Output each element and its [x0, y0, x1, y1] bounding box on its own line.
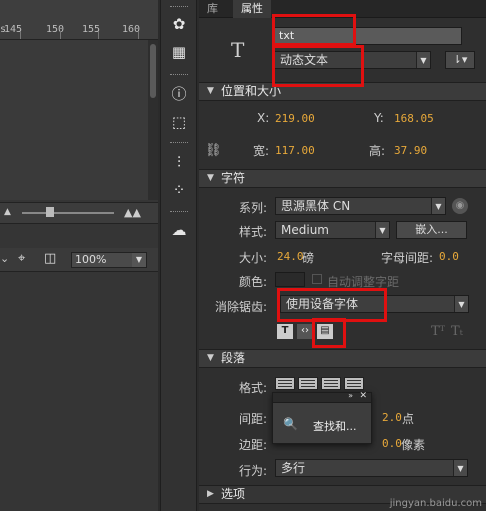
height-label: 高: [369, 144, 386, 158]
chevron-down-icon: ▼ [416, 52, 430, 68]
panel-icon-strip: ✿ ▦ ⓘ ⬚ ⫶ ⁘ ☁ [160, 0, 197, 511]
align-left-icon[interactable] [275, 377, 295, 390]
highlight-box [272, 14, 356, 46]
margin-label: 边距: [239, 438, 268, 452]
chevron-down-icon: ▼ [453, 460, 467, 476]
zoom-slider-track[interactable] [22, 212, 114, 214]
text-direction-button[interactable]: ⇂▾ [445, 51, 475, 69]
height-value[interactable]: 37.90 [394, 144, 427, 157]
embed-button[interactable]: 嵌入... [396, 221, 467, 239]
transform-icon[interactable]: ⬚ [169, 112, 189, 132]
font-globe-icon[interactable]: ◉ [452, 198, 468, 214]
format-label: 格式: [239, 381, 268, 395]
expand-triangle-icon: ▼ [207, 173, 214, 183]
timeline-ruler[interactable]: s 145 150 155 160 [0, 0, 158, 40]
zoom-select[interactable]: 100% ▼ [71, 252, 147, 268]
font-style-value: Medium [281, 223, 329, 237]
section-title: 字符 [221, 171, 246, 185]
superscript-icon[interactable]: Tᵀ [431, 324, 445, 339]
size-value[interactable]: 24.0 [277, 250, 304, 263]
color-swatch[interactable] [275, 272, 305, 287]
link-icon[interactable]: ⛓ [205, 143, 222, 158]
margin-unit: 像素 [401, 438, 426, 452]
find-replace-label[interactable]: 查找和... [313, 418, 357, 434]
highlight-box [312, 318, 346, 348]
motion-icon[interactable]: ⁘ [169, 180, 189, 200]
y-label: Y: [374, 111, 384, 125]
section-paragraph[interactable]: ▼ 段落 [199, 349, 486, 368]
palette-icon[interactable]: ✿ [169, 14, 189, 34]
cc-library-icon[interactable]: ☁ [169, 220, 189, 240]
chevron-down-icon: ▼ [132, 253, 146, 267]
expand-triangle-icon: ▼ [207, 86, 214, 96]
dropdown-arrow-icon[interactable]: ⌄ [0, 252, 9, 265]
paragraph-spacing-unit: 点 [402, 412, 415, 426]
highlight-box [272, 45, 364, 87]
size-label: 大小: [239, 251, 268, 265]
font-family-value: 思源黑体 CN [281, 199, 351, 213]
zoom-value: 100% [75, 253, 107, 266]
text-tool-icon: T [231, 38, 245, 62]
family-label: 系列: [239, 201, 268, 215]
tab-library[interactable]: 库 [199, 0, 226, 18]
letter-spacing-value[interactable]: 0.0 [439, 250, 459, 263]
popup-header[interactable]: ✕ » [273, 391, 371, 403]
timeline-frames[interactable] [0, 40, 148, 200]
color-label: 颜色: [239, 275, 268, 289]
subscript-icon[interactable]: Tₜ [451, 324, 463, 339]
align-right-icon[interactable] [321, 377, 341, 390]
selectable-text-icon[interactable]: T [277, 324, 293, 339]
ruler-number: 150 [46, 24, 65, 35]
expand-triangle-icon: ▼ [207, 353, 214, 363]
timeline-zoom-bar: ▲ ▲▲ [0, 202, 158, 224]
grid-icon[interactable]: ▦ [169, 42, 189, 62]
autokern-checkbox[interactable] [312, 274, 322, 284]
width-label: 宽: [253, 144, 270, 158]
align-justify-icon[interactable] [344, 377, 364, 390]
clip-icon[interactable]: ◫ [44, 251, 56, 266]
tab-properties[interactable]: 属性 [233, 0, 271, 18]
style-label: 样式: [239, 225, 268, 239]
align-icon[interactable]: ⫶ [169, 152, 189, 172]
antialias-label: 消除锯齿: [215, 300, 268, 314]
crosshair-icon[interactable]: ⌖ [18, 251, 25, 266]
zoom-large-icon[interactable]: ▲▲ [124, 206, 141, 219]
font-style-select[interactable]: Medium ▼ [275, 221, 390, 239]
x-value[interactable]: 219.00 [275, 112, 315, 125]
render-html-icon[interactable]: ‹› [297, 324, 313, 339]
section-title: 段落 [221, 351, 246, 365]
paragraph-spacing-label: 间距: [239, 412, 268, 426]
zoom-small-icon[interactable]: ▲ [4, 207, 11, 217]
section-character[interactable]: ▼ 字符 [199, 169, 486, 188]
x-label: X: [257, 111, 270, 125]
behavior-select[interactable]: 多行 ▼ [275, 459, 468, 477]
paragraph-spacing-value[interactable]: 2.0 [382, 411, 402, 424]
timeline-scrollbar[interactable] [148, 40, 158, 200]
info-icon[interactable]: ⓘ [169, 84, 189, 104]
timeline-panel: s 145 150 155 160 ▲ ▲▲ ⌄ ⌖ ◫ 100% ▼ [0, 0, 158, 511]
find-replace-popup: ✕ » 🔍 查找和... [272, 391, 372, 444]
align-center-icon[interactable] [298, 377, 318, 390]
size-unit: 磅 [302, 251, 315, 265]
chevron-down-icon: ▼ [454, 296, 468, 312]
behavior-label: 行为: [239, 464, 268, 478]
collapse-icon[interactable]: » [348, 391, 353, 400]
close-icon[interactable]: ✕ [359, 391, 367, 401]
font-family-select[interactable]: 思源黑体 CN ▼ [275, 197, 446, 215]
letter-spacing-label: 字母间距: [381, 251, 434, 265]
zoom-slider-handle[interactable] [46, 207, 54, 217]
margin-value[interactable]: 0.0 [382, 437, 402, 450]
width-value[interactable]: 117.00 [275, 144, 315, 157]
expand-triangle-icon: ▶ [207, 489, 214, 499]
behavior-value: 多行 [281, 461, 306, 475]
section-title: 选项 [221, 487, 246, 501]
chevron-down-icon: ▼ [375, 222, 389, 238]
watermark: jingyan.baidu.com [389, 498, 482, 509]
highlight-box [277, 288, 387, 322]
find-icon[interactable]: 🔍 [283, 417, 298, 431]
y-value[interactable]: 168.05 [394, 112, 434, 125]
chevron-down-icon: ▼ [431, 198, 445, 214]
